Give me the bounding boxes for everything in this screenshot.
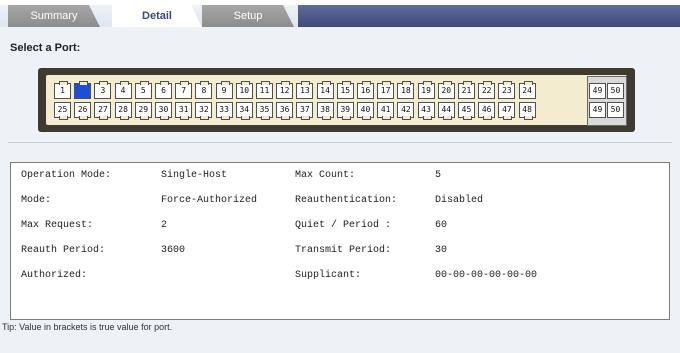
port-42-bottom[interactable]: 42 xyxy=(397,102,415,120)
port-33-bottom[interactable]: 33 xyxy=(215,102,233,120)
detail-label: Reauth Period: xyxy=(21,245,106,256)
detail-value: Disabled xyxy=(435,195,484,206)
tip-text: Tip: Value in brackets is true value for… xyxy=(2,322,173,332)
detail-value: 2 xyxy=(161,220,168,231)
port-36-bottom[interactable]: 36 xyxy=(276,102,294,120)
detail-value: 30 xyxy=(435,245,448,256)
detail-label: Reauthentication: xyxy=(295,195,398,206)
port-2[interactable]: 2 xyxy=(74,81,92,99)
port-3[interactable]: 3 xyxy=(94,81,112,99)
detail-label: Operation Mode: xyxy=(21,170,112,181)
detail-panel: Select a Port: 1 2 3 4 5 6 7 8 9 10 11 12 13 14 15 16 17… xyxy=(0,27,680,353)
port-13[interactable]: 13 xyxy=(296,81,314,99)
header-bar xyxy=(298,5,680,27)
detail-value: 60 xyxy=(435,220,448,231)
detail-label: Quiet / Period : xyxy=(295,220,392,231)
port-7[interactable]: 7 xyxy=(175,81,193,99)
port-16[interactable]: 16 xyxy=(357,81,374,99)
detail-label: Mode: xyxy=(21,195,52,206)
port-5[interactable]: 5 xyxy=(134,81,152,99)
switch-faceplate: 1 2 3 4 5 6 7 8 9 10 11 12 13 14 15 16 17 18 19 20 21 22 23 24 2… xyxy=(38,68,635,132)
port-24[interactable]: 24 xyxy=(518,81,536,99)
port-38-bottom[interactable]: 38 xyxy=(316,102,334,120)
port-19[interactable]: 19 xyxy=(417,81,435,99)
tab-detail[interactable]: Detail xyxy=(112,5,202,28)
detail-label: Max Request: xyxy=(21,220,94,231)
port-25-bottom[interactable]: 25 xyxy=(54,102,71,120)
port-12[interactable]: 12 xyxy=(276,81,294,99)
port-31-bottom[interactable]: 31 xyxy=(175,102,193,120)
port-panel: 1 2 3 4 5 6 7 8 9 10 11 12 13 14 15 16 17 18 19 20 21 22 23 24 2… xyxy=(46,75,627,126)
select-port-label: Select a Port: xyxy=(10,42,81,54)
port-10[interactable]: 10 xyxy=(235,81,253,99)
port-49-uplink[interactable]: 49 xyxy=(589,83,606,99)
port-37-bottom[interactable]: 37 xyxy=(296,102,314,120)
port-40-bottom[interactable]: 40 xyxy=(357,102,374,120)
detail-value: Force-Authorized xyxy=(161,195,258,206)
port-17[interactable]: 17 xyxy=(377,81,395,99)
port-18[interactable]: 18 xyxy=(397,81,415,99)
port-15[interactable]: 15 xyxy=(336,81,354,99)
port-26-bottom[interactable]: 26 xyxy=(74,102,92,120)
port-39-bottom[interactable]: 39 xyxy=(336,102,354,120)
port-details-box: Operation Mode: Single-Host Max Count: 5 Mod… xyxy=(10,162,670,320)
port-11[interactable]: 11 xyxy=(256,81,273,99)
detail-value: 00-00-00-00-00-00 xyxy=(435,270,538,281)
port-8[interactable]: 8 xyxy=(195,81,213,99)
port-29-bottom[interactable]: 29 xyxy=(134,102,152,120)
detail-value: Single-Host xyxy=(161,170,228,181)
detail-label: Transmit Period: xyxy=(295,245,392,256)
port-41-bottom[interactable]: 41 xyxy=(377,102,395,120)
port-45-bottom[interactable]: 45 xyxy=(458,102,475,120)
port-46-bottom[interactable]: 46 xyxy=(478,102,496,120)
port-14[interactable]: 14 xyxy=(316,81,334,99)
port-48-bottom[interactable]: 48 xyxy=(518,102,536,120)
port-47-bottom[interactable]: 47 xyxy=(498,102,516,120)
detail-label: Authorized: xyxy=(21,270,88,281)
port-50-uplink[interactable]: 50 xyxy=(607,83,624,99)
tab-setup[interactable]: Setup xyxy=(202,5,294,27)
port-21[interactable]: 21 xyxy=(458,81,475,99)
detail-label: Max Count: xyxy=(295,170,356,181)
port-28-bottom[interactable]: 28 xyxy=(114,102,132,120)
port-9[interactable]: 9 xyxy=(215,81,233,99)
detail-value: 5 xyxy=(435,170,442,181)
port-23[interactable]: 23 xyxy=(498,81,516,99)
port-1[interactable]: 1 xyxy=(54,81,71,99)
port-49-uplink-bottom[interactable]: 49 xyxy=(589,102,606,118)
port-44-bottom[interactable]: 44 xyxy=(437,102,455,120)
port-43-bottom[interactable]: 43 xyxy=(417,102,435,120)
port-27-bottom[interactable]: 27 xyxy=(94,102,112,120)
port-30-bottom[interactable]: 30 xyxy=(155,102,172,120)
port-20[interactable]: 20 xyxy=(437,81,455,99)
port-6[interactable]: 6 xyxy=(155,81,172,99)
detail-value: 3600 xyxy=(161,245,186,256)
divider xyxy=(8,142,672,143)
port-22[interactable]: 22 xyxy=(478,81,496,99)
detail-label: Supplicant: xyxy=(295,270,362,281)
port-34-bottom[interactable]: 34 xyxy=(235,102,253,120)
tab-summary[interactable]: Summary xyxy=(8,5,100,27)
port-4[interactable]: 4 xyxy=(114,81,132,99)
port-32-bottom[interactable]: 32 xyxy=(195,102,213,120)
port-50-uplink-bottom[interactable]: 50 xyxy=(607,102,624,118)
port-35-bottom[interactable]: 35 xyxy=(256,102,273,120)
